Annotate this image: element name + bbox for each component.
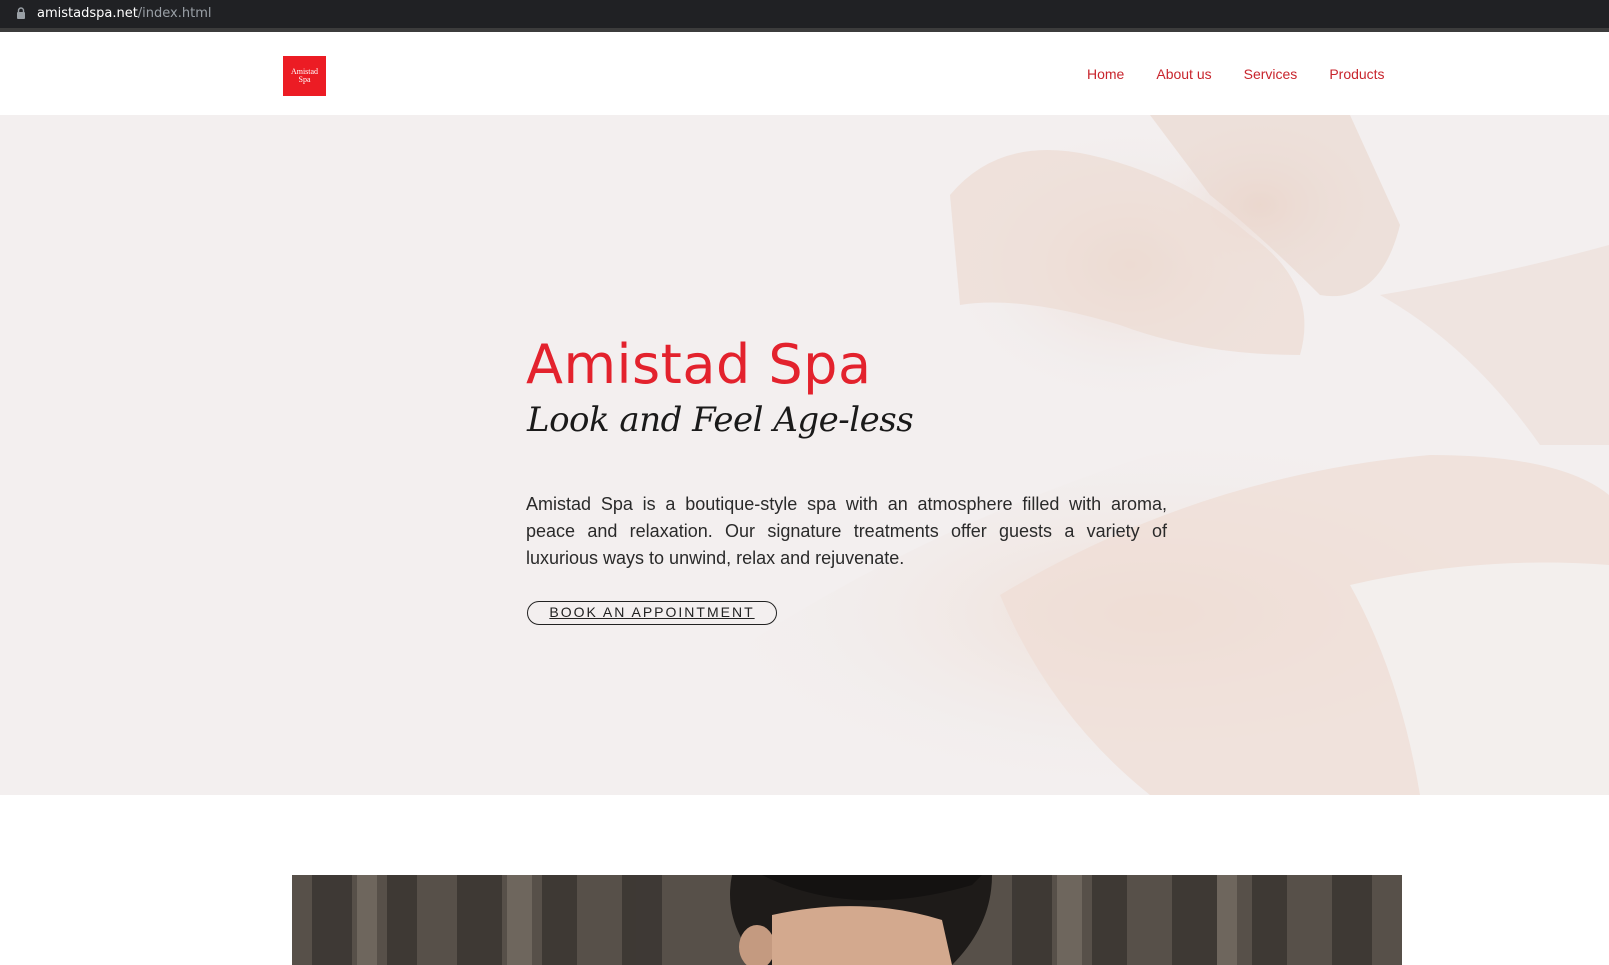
- site-logo[interactable]: Amistad Spa: [283, 56, 326, 96]
- nav-products[interactable]: Products: [1329, 66, 1384, 82]
- lock-icon: [17, 7, 25, 19]
- nav-about-us[interactable]: About us: [1156, 66, 1211, 82]
- nav-home[interactable]: Home: [1087, 66, 1124, 82]
- therapist-photo: [292, 875, 1402, 965]
- url-host: amistadspa.net: [37, 6, 138, 21]
- nav-services[interactable]: Services: [1244, 66, 1298, 82]
- book-appointment-button[interactable]: BOOK AN APPOINTMENT: [527, 601, 777, 625]
- site-header: Amistad Spa Home About us Services Produ…: [0, 32, 1609, 115]
- url-text[interactable]: amistadspa.net/index.html: [37, 6, 212, 21]
- hero-tagline: Look and Feel Age-less: [527, 400, 914, 440]
- hero-background-image: [0, 115, 1609, 795]
- hero-title: Amistad Spa: [526, 333, 872, 396]
- main-nav: Home About us Services Products: [1087, 66, 1417, 82]
- url-path: /index.html: [137, 6, 212, 21]
- browser-address-bar[interactable]: amistadspa.net/index.html: [0, 0, 1609, 28]
- hero-section: Amistad Spa Look and Feel Age-less Amist…: [0, 115, 1609, 795]
- logo-line-2: Spa: [298, 75, 311, 84]
- therapist-photo-graphic: [292, 875, 1402, 965]
- hero-description: Amistad Spa is a boutique-style spa with…: [526, 494, 1167, 568]
